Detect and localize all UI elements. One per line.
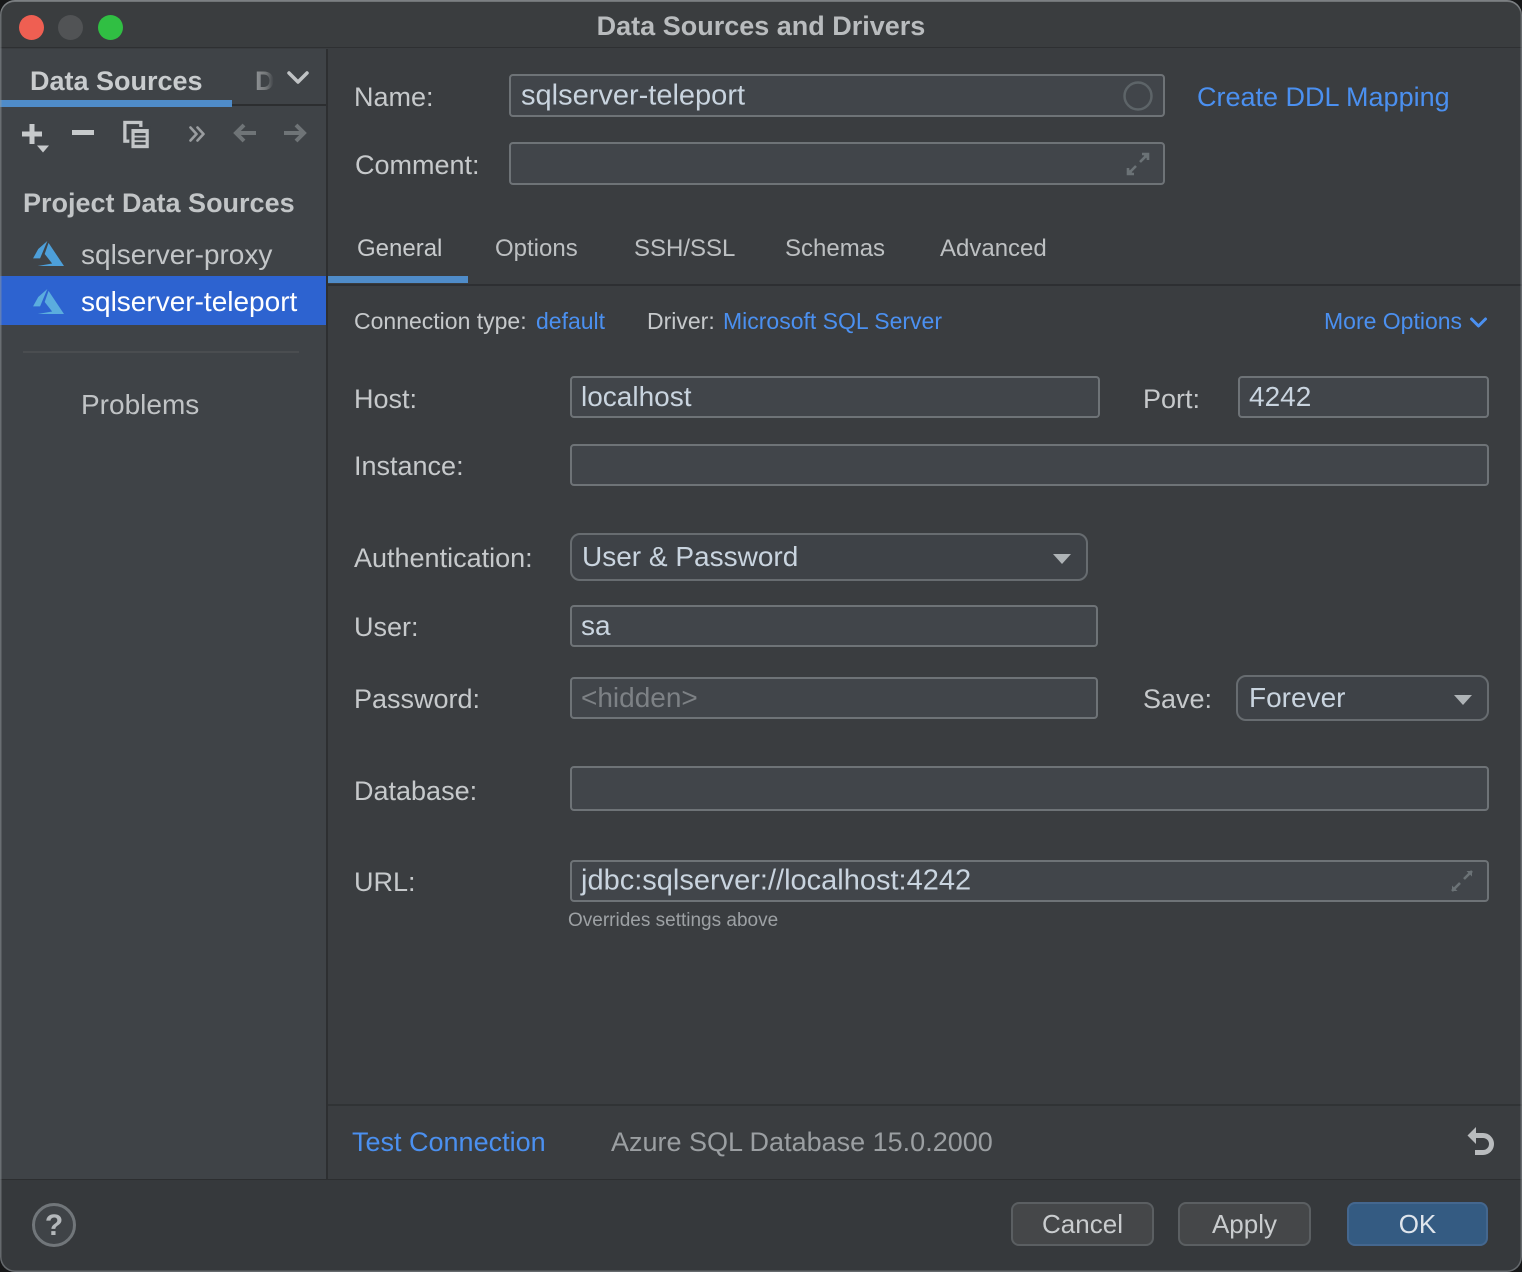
svg-text:?: ?: [45, 1209, 63, 1242]
